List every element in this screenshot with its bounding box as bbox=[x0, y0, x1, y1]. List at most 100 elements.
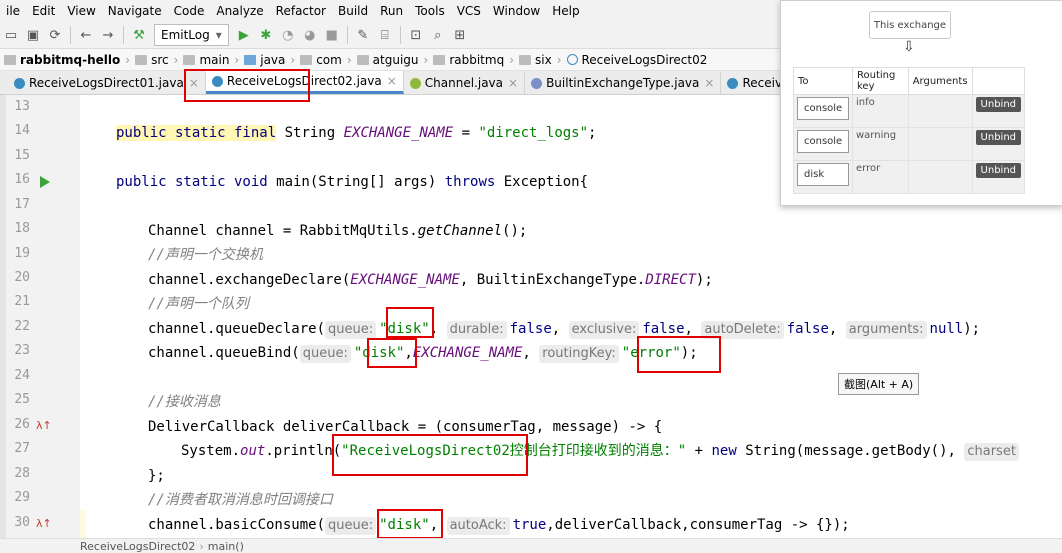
breadcrumb-six[interactable]: six bbox=[517, 53, 554, 67]
code-line-22: channel.queueDeclare(queue: "disk", durab… bbox=[148, 321, 981, 339]
breadcrumb-rabbitmq[interactable]: rabbitmq bbox=[431, 53, 506, 67]
editor-breadcrumb-bar: ReceiveLogsDirect02 › main() bbox=[0, 538, 1062, 553]
menu-view[interactable]: View bbox=[61, 0, 101, 22]
menu-refactor[interactable]: Refactor bbox=[270, 0, 332, 22]
run-icon[interactable]: ▶ bbox=[233, 24, 255, 46]
status-method[interactable]: main() bbox=[208, 540, 244, 553]
lambda-gutter-icon[interactable]: λ↑ bbox=[36, 517, 52, 530]
unbind-button[interactable]: Unbind bbox=[975, 130, 1021, 145]
queue-name[interactable]: console bbox=[797, 130, 849, 153]
menu-code[interactable]: Code bbox=[168, 0, 211, 22]
chevron-right-icon: › bbox=[423, 52, 429, 67]
database-icon[interactable]: ⊞ bbox=[449, 24, 471, 46]
class-icon bbox=[566, 54, 578, 65]
settings-wrench-icon[interactable]: ✎ bbox=[352, 24, 374, 46]
bindings-table: To Routing key Arguments console info Un… bbox=[793, 67, 1026, 194]
menu-tools[interactable]: Tools bbox=[409, 0, 451, 22]
menu-window[interactable]: Window bbox=[487, 0, 546, 22]
close-icon[interactable]: × bbox=[387, 74, 397, 88]
chevron-right-icon: › bbox=[509, 52, 514, 67]
breadcrumb-com[interactable]: com bbox=[298, 53, 344, 67]
annotation-box bbox=[377, 509, 443, 539]
search-icon[interactable]: ⌕ bbox=[427, 24, 449, 46]
enum-icon bbox=[531, 77, 543, 89]
code-line-21: //声明一个队列 bbox=[148, 296, 249, 312]
code-line-16: public static void main(String[] args) t… bbox=[116, 174, 589, 190]
project-structure-icon[interactable]: ⌸ bbox=[374, 24, 396, 46]
arguments bbox=[907, 94, 973, 128]
menu-build[interactable]: Build bbox=[332, 0, 374, 22]
header-to: To bbox=[793, 67, 853, 95]
menu-file[interactable]: ile bbox=[0, 0, 26, 22]
terminal-icon[interactable]: ⊡ bbox=[405, 24, 427, 46]
toolbar-separator bbox=[70, 26, 71, 44]
tab-receivelogsdirect01[interactable]: ReceiveLogsDirect01.java × bbox=[0, 72, 206, 94]
table-row: console info Unbind bbox=[793, 94, 1026, 128]
line-number: 13 bbox=[14, 99, 30, 114]
queue-name[interactable]: disk bbox=[797, 163, 849, 186]
arguments bbox=[907, 127, 973, 161]
folder-icon bbox=[244, 54, 257, 65]
line-number: 28 bbox=[14, 466, 30, 481]
unbind-button[interactable]: Unbind bbox=[975, 97, 1021, 112]
open-folder-icon[interactable]: ▭ bbox=[0, 24, 22, 46]
tab-builtinexchangetype[interactable]: BuiltinExchangeType.java × bbox=[525, 72, 722, 94]
stop-icon[interactable]: ■ bbox=[321, 24, 343, 46]
line-number: 22 bbox=[14, 319, 30, 334]
tab-channel[interactable]: Channel.java × bbox=[404, 72, 526, 94]
this-exchange-box: This exchange bbox=[869, 11, 951, 39]
down-arrow-icon: ⇩ bbox=[903, 39, 915, 55]
sync-icon[interactable]: ⟳ bbox=[44, 24, 66, 46]
breadcrumb-class[interactable]: ReceiveLogsDirect02 bbox=[565, 53, 710, 67]
breadcrumb-src[interactable]: src bbox=[133, 53, 171, 67]
code-line-14: public static final String EXCHANGE_NAME… bbox=[116, 125, 597, 141]
toolbar-separator bbox=[399, 26, 401, 44]
breadcrumb-project[interactable]: rabbitmq-hello bbox=[0, 53, 122, 67]
chevron-down-icon: ▾ bbox=[215, 28, 222, 42]
toolbar-separator bbox=[346, 26, 348, 44]
header-arguments: Arguments bbox=[907, 67, 973, 95]
header-routing-key: Routing key bbox=[852, 67, 909, 95]
profile-icon[interactable]: ◕ bbox=[299, 24, 321, 46]
chevron-right-icon: › bbox=[199, 539, 204, 553]
line-number: 24 bbox=[14, 368, 30, 383]
unbind-button[interactable]: Unbind bbox=[975, 163, 1021, 178]
debug-icon[interactable]: ✱ bbox=[255, 24, 277, 46]
forward-icon[interactable]: → bbox=[97, 24, 119, 46]
line-number: 20 bbox=[14, 270, 30, 285]
line-number: 27 bbox=[14, 441, 30, 456]
status-class[interactable]: ReceiveLogsDirect02 bbox=[80, 540, 195, 553]
header-action bbox=[971, 67, 1026, 95]
folder-icon bbox=[519, 54, 531, 65]
chevron-right-icon: › bbox=[234, 52, 240, 67]
line-number: 23 bbox=[14, 343, 30, 358]
menu-run[interactable]: Run bbox=[374, 0, 409, 22]
chevron-right-icon: › bbox=[125, 52, 131, 67]
back-icon[interactable]: ← bbox=[75, 24, 97, 46]
breadcrumb-java[interactable]: java bbox=[242, 53, 287, 67]
menu-vcs[interactable]: VCS bbox=[451, 0, 487, 22]
breadcrumb-atguigu[interactable]: atguigu bbox=[355, 53, 421, 67]
run-gutter-icon[interactable] bbox=[40, 176, 50, 188]
routing-key: error bbox=[852, 160, 909, 194]
chevron-right-icon: › bbox=[290, 52, 296, 67]
coverage-icon[interactable]: ◔ bbox=[277, 24, 299, 46]
menu-navigate[interactable]: Navigate bbox=[102, 0, 168, 22]
chevron-right-icon: › bbox=[173, 52, 179, 67]
build-hammer-icon[interactable]: ⚒ bbox=[128, 24, 150, 46]
folder-icon bbox=[4, 54, 16, 65]
menu-help[interactable]: Help bbox=[546, 0, 585, 22]
menu-edit[interactable]: Edit bbox=[26, 0, 61, 22]
close-icon[interactable]: × bbox=[508, 76, 518, 90]
run-configuration-select[interactable]: EmitLog ▾ bbox=[154, 24, 229, 46]
run-config-label: EmitLog bbox=[161, 28, 210, 42]
arguments bbox=[907, 160, 973, 194]
save-icon[interactable]: ▣ bbox=[22, 24, 44, 46]
queue-name[interactable]: console bbox=[797, 97, 849, 120]
menu-analyze[interactable]: Analyze bbox=[210, 0, 269, 22]
line-number: 16 bbox=[14, 172, 30, 187]
lambda-gutter-icon[interactable]: λ↑ bbox=[36, 419, 52, 432]
breadcrumb-main[interactable]: main bbox=[181, 53, 231, 67]
code-line-25: //接收消息 bbox=[148, 394, 221, 410]
close-icon[interactable]: × bbox=[704, 76, 714, 90]
